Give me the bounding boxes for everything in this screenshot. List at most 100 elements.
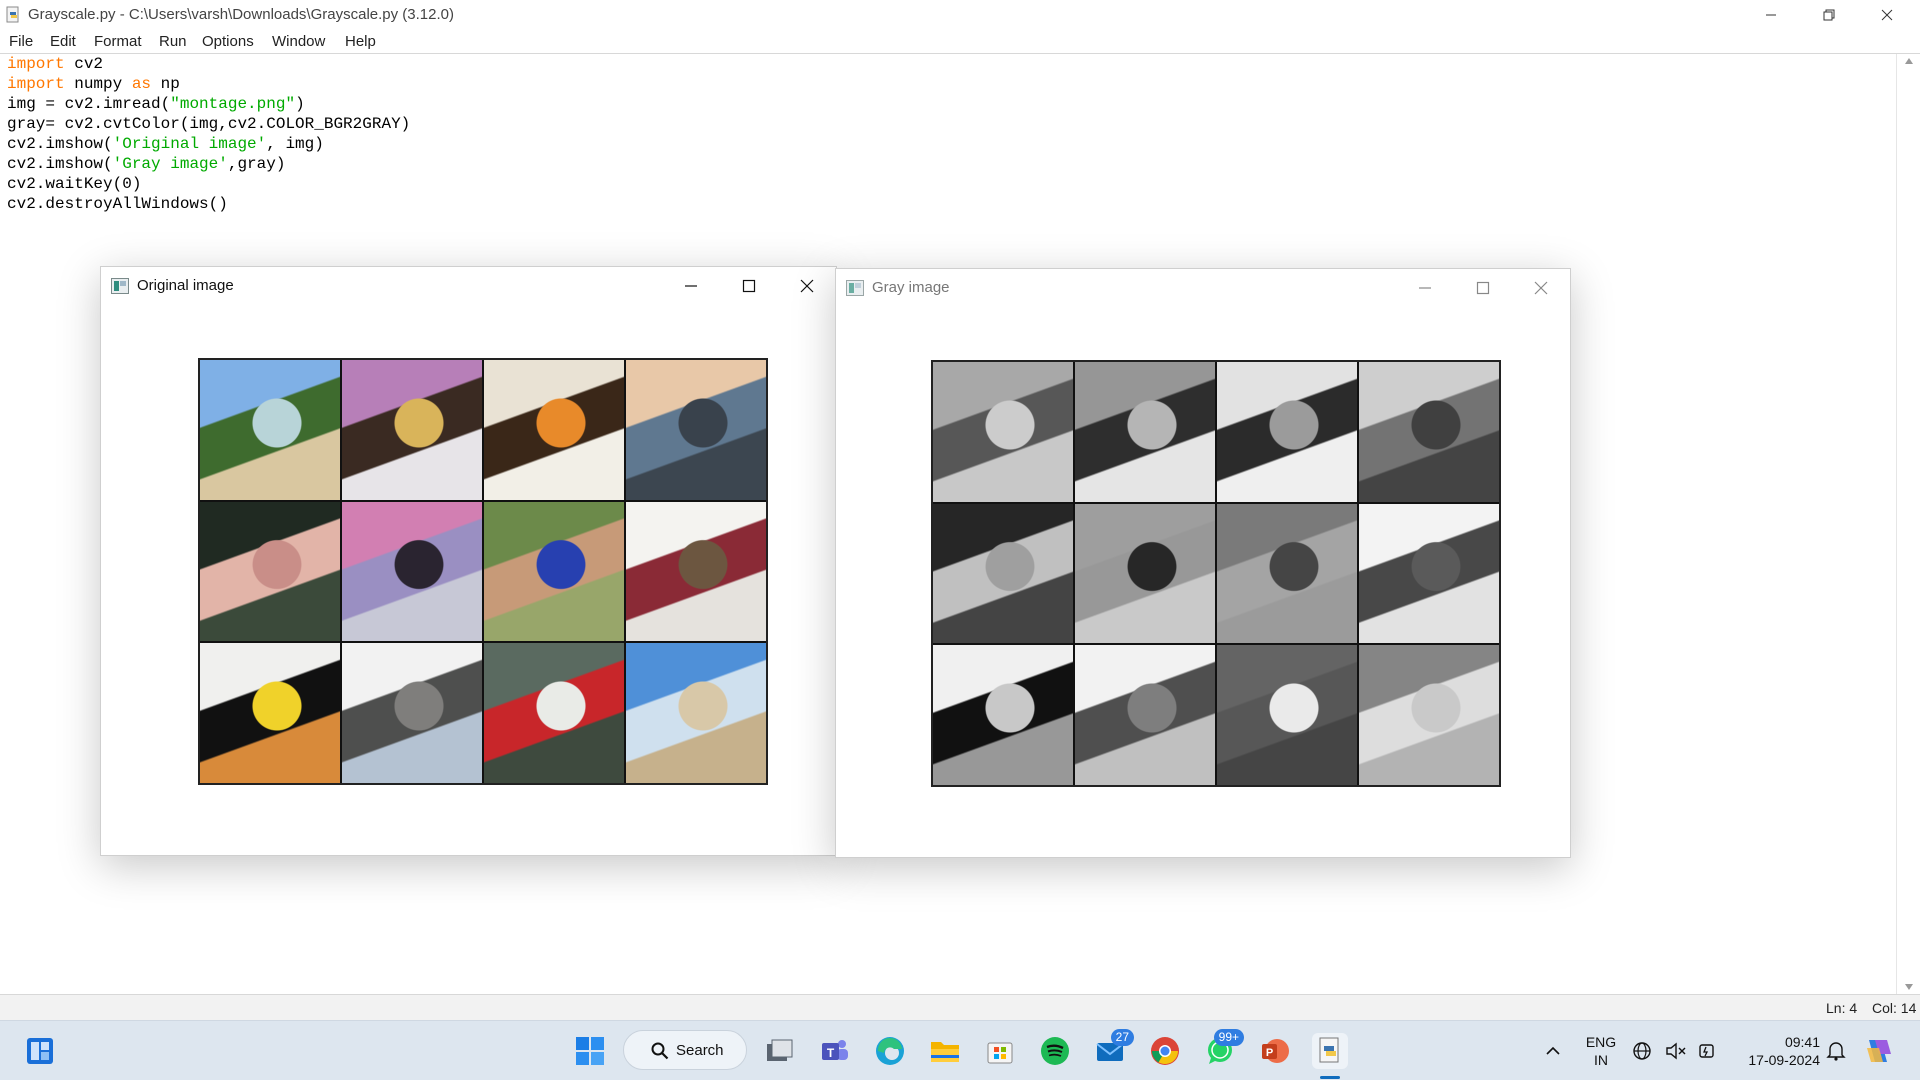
close-button[interactable] <box>1858 0 1916 29</box>
gray-close-button[interactable] <box>1512 269 1570 307</box>
teams-icon: T <box>822 1040 848 1060</box>
original-image-window[interactable]: Original image <box>100 266 837 856</box>
gray-maximize-button[interactable] <box>1454 269 1512 307</box>
scroll-up-icon[interactable] <box>1904 57 1914 65</box>
widgets-button[interactable] <box>22 1033 58 1069</box>
gray-montage-image <box>931 360 1501 787</box>
teams-button[interactable]: T <box>817 1033 853 1069</box>
line-indicator: Ln: 4 <box>1826 1000 1858 1016</box>
network-button[interactable] <box>1630 1033 1654 1069</box>
gray-window-titlebar[interactable]: Gray image <box>836 269 1570 307</box>
menu-options[interactable]: Options <box>202 33 254 50</box>
gray-minimize-button[interactable] <box>1396 269 1454 307</box>
string-token: 'Gray image' <box>112 155 228 173</box>
tile-sandy-beach <box>1359 645 1499 785</box>
code-token: cv2 <box>64 55 104 73</box>
original-window-titlebar[interactable]: Original image <box>101 267 836 305</box>
whatsapp-badge: 99+ <box>1213 1029 1244 1046</box>
clock-time: 09:41 <box>1784 1034 1820 1050</box>
battery-button[interactable] <box>1696 1033 1720 1069</box>
svg-text:T: T <box>827 1046 835 1060</box>
original-montage-image <box>198 358 768 785</box>
keyword-token: as <box>131 75 152 93</box>
whatsapp-button[interactable]: 99+ <box>1202 1029 1244 1069</box>
copilot-icon <box>1867 1040 1891 1062</box>
copilot-button[interactable] <box>1860 1033 1896 1069</box>
opencv-window-icon <box>846 280 864 296</box>
volume-button[interactable] <box>1664 1033 1688 1069</box>
menu-help[interactable]: Help <box>345 33 376 50</box>
code-line[interactable]: cv2.waitKey(0) <box>0 174 1896 194</box>
tile-penguin-toy <box>200 643 340 783</box>
close-icon <box>1881 9 1893 20</box>
code-token: img = cv2.imread( <box>7 95 171 113</box>
globe-icon <box>1633 1042 1651 1060</box>
code-line[interactable]: cv2.imshow('Original image', img) <box>0 134 1896 154</box>
windows-start-icon <box>576 1037 604 1065</box>
task-view-button[interactable] <box>762 1033 798 1069</box>
minimize-button[interactable] <box>1742 0 1800 29</box>
menu-run[interactable]: Run <box>159 33 187 50</box>
store-button[interactable] <box>982 1033 1018 1069</box>
code-line[interactable]: import numpy as np <box>0 74 1896 94</box>
tile-cupcakes <box>484 360 624 500</box>
clock[interactable]: 09:41 17-09-2024 <box>1730 1033 1820 1069</box>
battery-icon <box>1699 1044 1714 1058</box>
code-line[interactable]: cv2.imshow('Gray image',gray) <box>0 154 1896 174</box>
file-explorer-button[interactable] <box>927 1033 963 1069</box>
close-icon <box>1534 281 1548 295</box>
tile-pink-sky-trees <box>1075 503 1215 644</box>
tile-baby-in-bucket <box>1217 503 1357 644</box>
edge-icon <box>876 1037 904 1065</box>
gray-image-window[interactable]: Gray image <box>835 268 1571 858</box>
idle-titlebar: Grayscale.py - C:\Users\varsh\Downloads\… <box>0 0 1920 29</box>
original-window-title: Original image <box>137 277 234 294</box>
menu-edit[interactable]: Edit <box>50 33 76 50</box>
python-idle-button[interactable] <box>1312 1033 1348 1069</box>
chrome-button[interactable] <box>1147 1033 1183 1069</box>
menu-window[interactable]: Window <box>272 33 325 50</box>
code-token: gray= cv2.cvtColor(img,cv2.COLOR_BGR2GRA… <box>7 115 411 133</box>
maximize-icon <box>742 279 756 293</box>
edge-button[interactable] <box>872 1033 908 1069</box>
minimize-icon <box>1766 14 1776 15</box>
show-hidden-icons-button[interactable] <box>1535 1033 1571 1069</box>
tile-sandy-beach <box>626 643 766 783</box>
window-title: Grayscale.py - C:\Users\varsh\Downloads\… <box>28 6 454 23</box>
menu-file[interactable]: File <box>9 33 33 50</box>
tile-cupcakes <box>1217 362 1357 502</box>
tile-lake-sunset <box>626 360 766 500</box>
restore-icon <box>1823 9 1835 20</box>
menu-format[interactable]: Format <box>94 33 142 50</box>
notification-button[interactable] <box>1822 1033 1850 1069</box>
close-icon <box>800 279 814 293</box>
notification-icon <box>1826 1042 1846 1061</box>
maximize-icon <box>1476 281 1490 295</box>
code-line[interactable]: gray= cv2.cvtColor(img,cv2.COLOR_BGR2GRA… <box>0 114 1896 134</box>
tile-cat-on-quilt <box>342 360 482 500</box>
code-line[interactable]: import cv2 <box>0 54 1896 74</box>
active-app-indicator <box>1320 1076 1340 1079</box>
tile-baby-in-bucket <box>484 501 624 642</box>
original-maximize-button[interactable] <box>720 267 778 305</box>
tile-fish-fillet <box>200 501 340 642</box>
taskbar-search-box[interactable]: Search <box>623 1030 747 1070</box>
scroll-down-icon[interactable] <box>1904 983 1914 991</box>
powerpoint-button[interactable]: P <box>1257 1033 1293 1069</box>
language-indicator[interactable]: ENG IN <box>1582 1033 1620 1069</box>
minimize-icon <box>1419 287 1431 289</box>
original-minimize-button[interactable] <box>662 267 720 305</box>
tile-red-couch <box>626 501 766 642</box>
spotify-button[interactable] <box>1037 1033 1073 1069</box>
restore-button[interactable] <box>1800 0 1858 29</box>
tile-fire-hydrant <box>484 643 624 783</box>
code-line[interactable]: cv2.destroyAllWindows() <box>0 194 1896 214</box>
mail-button[interactable]: 27 <box>1092 1029 1134 1069</box>
original-close-button[interactable] <box>778 267 836 305</box>
start-button[interactable] <box>572 1033 608 1069</box>
tile-fire-hydrant <box>1217 645 1357 785</box>
tile-cat-on-quilt <box>1075 362 1215 502</box>
code-line[interactable]: img = cv2.imread("montage.png") <box>0 94 1896 114</box>
status-bar: Ln: 4 Col: 14 <box>0 994 1920 1020</box>
vertical-scrollbar[interactable] <box>1896 54 1920 994</box>
